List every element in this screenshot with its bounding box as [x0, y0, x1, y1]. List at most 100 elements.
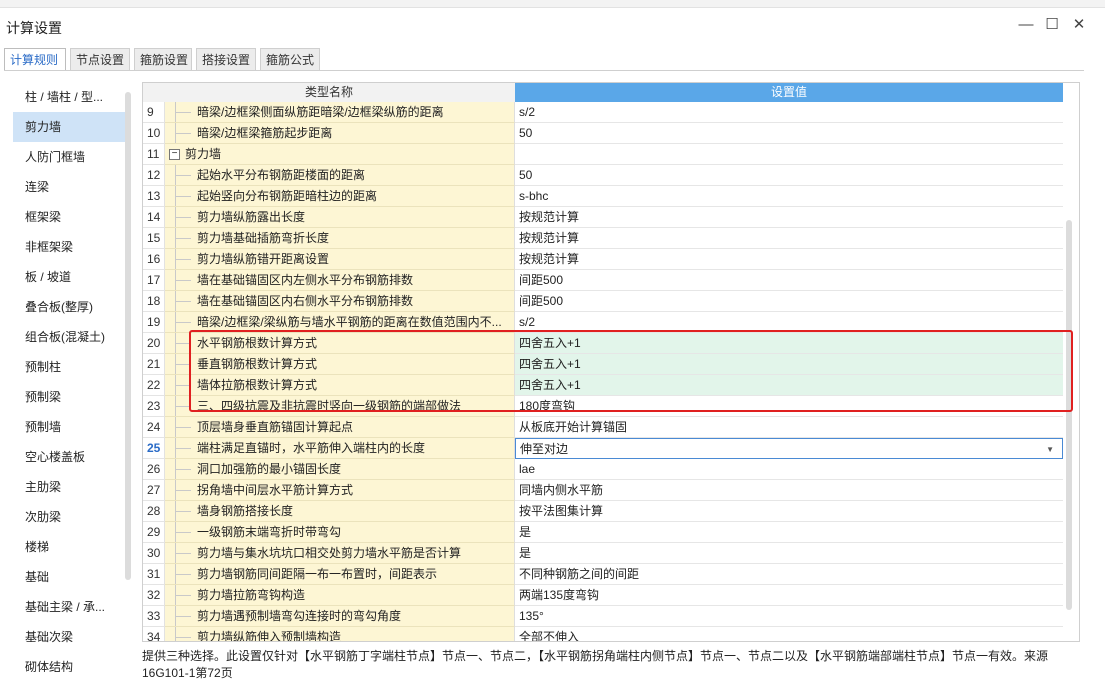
sidebar-item-slab-ramp[interactable]: 板 / 坡道 — [13, 262, 125, 292]
setting-value-cell[interactable]: 按规范计算 — [515, 249, 1063, 270]
tab-node-settings[interactable]: 节点设置 — [70, 48, 130, 70]
table-row[interactable]: 10 暗梁/边框梁箍筋起步距离 50 — [143, 123, 1063, 144]
table-row[interactable]: 29 一级钢筋末端弯折时带弯勾 是 — [143, 522, 1063, 543]
setting-value-cell[interactable]: 135° — [515, 606, 1063, 627]
tree-connector-branch — [175, 532, 191, 533]
sidebar-item-shear-wall[interactable]: 剪力墙 — [13, 112, 125, 142]
setting-value-cell[interactable]: 50 — [515, 123, 1063, 144]
tab-stirrup-formula[interactable]: 箍筋公式 — [260, 48, 320, 70]
setting-value-cell[interactable]: 间距500 — [515, 291, 1063, 312]
table-row[interactable]: 26 洞口加强筋的最小锚固长度 lae — [143, 459, 1063, 480]
tab-stirrup-settings[interactable]: 箍筋设置 — [134, 48, 192, 70]
sidebar-scrollbar[interactable] — [125, 92, 131, 580]
setting-name-cell: 剪力墙遇预制墙弯勾连接时的弯勾角度 — [165, 606, 515, 627]
setting-value-cell[interactable]: 50 — [515, 165, 1063, 186]
sidebar-item-foundation[interactable]: 基础 — [13, 562, 125, 592]
sidebar-item-precast-beam[interactable]: 预制梁 — [13, 382, 125, 412]
table-row[interactable]: 11− 剪力墙 — [143, 144, 1063, 165]
maximize-button[interactable]: ☐ — [1041, 14, 1063, 36]
sidebar-item-non-frame-beam[interactable]: 非框架梁 — [13, 232, 125, 262]
collapse-icon[interactable]: − — [169, 149, 180, 161]
sidebar-item-hollow-floor[interactable]: 空心楼盖板 — [13, 442, 125, 472]
minimize-button[interactable]: — — [1015, 14, 1037, 36]
setting-value-cell[interactable] — [515, 144, 1063, 165]
setting-value-cell[interactable]: 按平法图集计算 — [515, 501, 1063, 522]
sidebar-item-precast-wall[interactable]: 预制墙 — [13, 412, 125, 442]
setting-value: 伸至对边 — [520, 442, 569, 456]
sidebar-item-civil-defense-door-wall[interactable]: 人防门框墙 — [13, 142, 125, 172]
tab-calc-rules[interactable]: 计算规则 — [4, 48, 66, 71]
setting-name: 剪力墙纵筋伸入预制墙构造 — [197, 630, 342, 642]
setting-name-cell: 墙在基础锚固区内右侧水平分布钢筋排数 — [165, 291, 515, 312]
table-row[interactable]: 25 端柱满足直锚时，水平筋伸入端柱内的长度 伸至对边 ▼ — [143, 438, 1063, 459]
sidebar-item-column[interactable]: 柱 / 墙柱 / 型... — [13, 82, 125, 112]
close-button[interactable]: ✕ — [1068, 14, 1090, 36]
setting-value-cell[interactable]: 不同种钢筋之间的间距 — [515, 564, 1063, 585]
table-row[interactable]: 12 起始水平分布钢筋距楼面的距离 50 — [143, 165, 1063, 186]
setting-value: lae — [519, 462, 536, 476]
sidebar-item-masonry[interactable]: 砌体结构 — [13, 652, 125, 672]
sidebar-item-composite-slab[interactable]: 叠合板(整厚) — [13, 292, 125, 322]
setting-value: 间距500 — [519, 294, 564, 308]
setting-value: 是 — [519, 525, 532, 539]
table-row[interactable]: 28 墙身钢筋搭接长度 按平法图集计算 — [143, 501, 1063, 522]
table-row[interactable]: 27 拐角墙中间层水平筋计算方式 同墙内侧水平筋 — [143, 480, 1063, 501]
row-number: 17 — [143, 270, 165, 291]
sidebar-item-foundation-secondary-beam[interactable]: 基础次梁 — [13, 622, 125, 652]
setting-value-cell[interactable]: 全部不伸入 — [515, 627, 1063, 641]
table-row[interactable]: 32 剪力墙拉筋弯钩构造 两端135度弯钩 — [143, 585, 1063, 606]
sidebar-item-combined-slab[interactable]: 组合板(混凝土) — [13, 322, 125, 352]
setting-value-cell[interactable]: s-bhc — [515, 186, 1063, 207]
setting-value: 50 — [519, 126, 533, 140]
setting-value-cell[interactable]: 间距500 — [515, 270, 1063, 291]
tab-lap-settings[interactable]: 搭接设置 — [196, 48, 256, 70]
setting-value-cell[interactable]: 从板底开始计算锚固 — [515, 417, 1063, 438]
tree-connector-branch — [175, 175, 191, 176]
table-row[interactable]: 15 剪力墙基础插筋弯折长度 按规范计算 — [143, 228, 1063, 249]
table-row[interactable]: 24 顶层墙身垂直筋锚固计算起点 从板底开始计算锚固 — [143, 417, 1063, 438]
table-row[interactable]: 18 墙在基础锚固区内右侧水平分布钢筋排数 间距500 — [143, 291, 1063, 312]
setting-name-cell: 洞口加强筋的最小锚固长度 — [165, 459, 515, 480]
setting-name: 暗梁/边框梁侧面纵筋距暗梁/边框梁纵筋的距离 — [197, 105, 444, 119]
setting-name-cell: − 剪力墙 — [165, 144, 515, 165]
sidebar-item-precast-column[interactable]: 预制柱 — [13, 352, 125, 382]
table-row[interactable]: 31 剪力墙钢筋同间距隔一布一布置时，间距表示 不同种钢筋之间的间距 — [143, 564, 1063, 585]
tree-connector-branch — [175, 301, 191, 302]
table-row[interactable]: 17 墙在基础锚固区内左侧水平分布钢筋排数 间距500 — [143, 270, 1063, 291]
setting-value: s/2 — [519, 315, 536, 329]
setting-value-cell[interactable]: 按规范计算 — [515, 207, 1063, 228]
setting-value-cell[interactable]: 两端135度弯钩 — [515, 585, 1063, 606]
tree-connector-branch — [175, 469, 191, 470]
table-row[interactable]: 14 剪力墙纵筋露出长度 按规范计算 — [143, 207, 1063, 228]
setting-value-cell[interactable]: 是 — [515, 543, 1063, 564]
setting-value-cell[interactable]: lae — [515, 459, 1063, 480]
maximize-icon: ☐ — [1045, 16, 1059, 33]
setting-value: 50 — [519, 168, 533, 182]
table-row[interactable]: 13 起始竖向分布钢筋距暗柱边的距离 s-bhc — [143, 186, 1063, 207]
sidebar-item-coupling-beam[interactable]: 连梁 — [13, 172, 125, 202]
sidebar-item-foundation-main-beam[interactable]: 基础主梁 / 承... — [13, 592, 125, 622]
setting-value-cell[interactable]: s/2 — [515, 102, 1063, 123]
table-row[interactable]: 16 剪力墙纵筋错开距离设置 按规范计算 — [143, 249, 1063, 270]
table-row[interactable]: 34 剪力墙纵筋伸入预制墙构造 全部不伸入 — [143, 627, 1063, 642]
close-icon: ✕ — [1072, 16, 1086, 33]
sidebar-item-frame-beam[interactable]: 框架梁 — [13, 202, 125, 232]
setting-value-dropdown[interactable]: 伸至对边 ▼ — [515, 438, 1063, 459]
setting-value-cell[interactable]: 是 — [515, 522, 1063, 543]
sidebar-item-stair[interactable]: 楼梯 — [13, 532, 125, 562]
tree-connector — [175, 627, 176, 641]
tree-connector-branch — [175, 322, 191, 323]
sidebar-item-secondary-rib-beam[interactable]: 次肋梁 — [13, 502, 125, 532]
table-row[interactable]: 9 暗梁/边框梁侧面纵筋距暗梁/边框梁纵筋的距离 s/2 — [143, 102, 1063, 123]
sidebar-item-main-rib-beam[interactable]: 主肋梁 — [13, 472, 125, 502]
tree-connector-branch — [175, 196, 191, 197]
grid-scrollbar[interactable] — [1066, 220, 1072, 610]
table-row[interactable]: 30 剪力墙与集水坑坑口相交处剪力墙水平筋是否计算 是 — [143, 543, 1063, 564]
setting-value-cell[interactable]: 按规范计算 — [515, 228, 1063, 249]
tree-connector-branch — [175, 427, 191, 428]
setting-value-cell[interactable]: 同墙内侧水平筋 — [515, 480, 1063, 501]
setting-name: 剪力墙钢筋同间距隔一布一布置时，间距表示 — [197, 567, 438, 581]
table-row[interactable]: 33 剪力墙遇预制墙弯勾连接时的弯勾角度 135° — [143, 606, 1063, 627]
chevron-down-icon[interactable]: ▼ — [1046, 439, 1054, 458]
row-number: 16 — [143, 249, 165, 270]
